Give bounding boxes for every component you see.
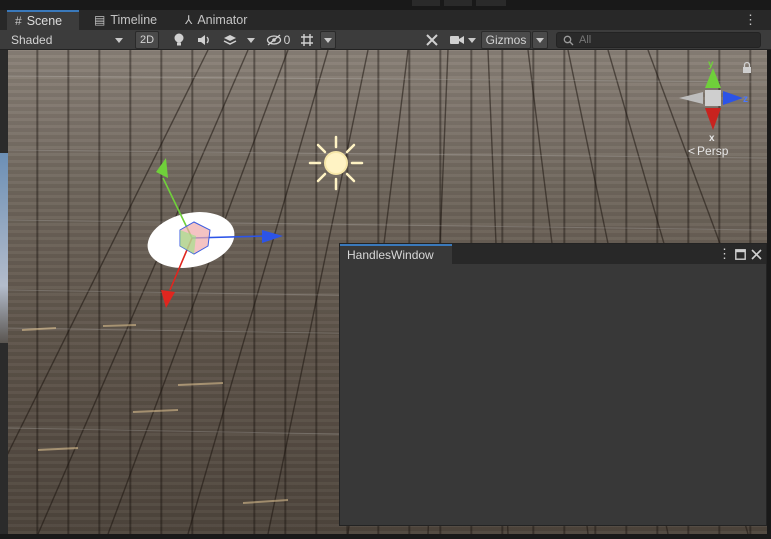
orientation-gizmo[interactable] xyxy=(679,68,743,130)
tab-animator-label: Animator xyxy=(197,13,248,27)
grid-dropdown[interactable] xyxy=(320,31,336,49)
x-axis-arrow-icon xyxy=(161,290,175,308)
hidden-objects-toggle[interactable]: 0 xyxy=(262,31,294,49)
gizmo-z-label: z xyxy=(743,94,748,105)
tools-wrench-icon xyxy=(426,34,438,46)
tab-scene-label: Scene xyxy=(26,14,63,28)
projection-label: Persp xyxy=(697,144,729,158)
editor-tab-bar: # Scene ▤ Timeline ⅄ Animator ⋮ xyxy=(0,10,771,30)
top-strip-block xyxy=(412,0,440,6)
top-strip-block xyxy=(444,0,472,6)
audio-toggle[interactable] xyxy=(193,31,215,49)
effects-dropdown[interactable] xyxy=(243,31,259,49)
persp-icon: < xyxy=(688,144,696,158)
handles-window[interactable]: HandlesWindow ⋮ xyxy=(339,243,767,526)
close-icon[interactable] xyxy=(751,244,762,264)
sky-preview xyxy=(0,153,8,343)
effects-toggle[interactable] xyxy=(218,31,242,49)
tab-handles-window[interactable]: HandlesWindow xyxy=(340,244,452,264)
camera-settings-dropdown[interactable] xyxy=(447,31,479,49)
y-axis-arrow-icon xyxy=(156,158,168,178)
top-strip-block xyxy=(476,0,506,6)
lock-icon[interactable] xyxy=(743,61,751,74)
directional-light-icon[interactable] xyxy=(308,135,364,191)
lightbulb-icon xyxy=(174,33,184,46)
grid-icon xyxy=(301,34,313,46)
left-panel-edge xyxy=(0,50,8,534)
animator-icon: ⅄ xyxy=(185,13,193,27)
search-input[interactable]: All xyxy=(556,32,761,48)
plank-highlights xyxy=(21,324,289,504)
chevron-down-icon xyxy=(324,37,332,43)
camera-icon xyxy=(450,36,464,44)
toggle-2d-button[interactable]: 2D xyxy=(135,31,159,49)
projection-toggle[interactable]: < Persp xyxy=(688,144,728,158)
tab-animator[interactable]: ⅄ Animator xyxy=(177,10,263,30)
kebab-menu-icon[interactable]: ⋮ xyxy=(718,244,731,264)
handles-window-title: HandlesWindow xyxy=(347,248,434,262)
chevron-down-icon xyxy=(468,37,476,43)
window-bottom-strip xyxy=(0,534,771,539)
gizmo-x-label: x xyxy=(709,133,715,144)
chevron-down-icon xyxy=(115,37,123,43)
shading-mode-label: Shaded xyxy=(11,33,53,47)
gizmo-y-label: y xyxy=(708,59,714,70)
search-icon xyxy=(563,35,574,45)
gizmos-button[interactable]: Gizmos xyxy=(481,31,531,49)
shading-mode-dropdown[interactable]: Shaded xyxy=(0,31,130,49)
lighting-toggle[interactable] xyxy=(168,31,190,49)
chevron-down-icon xyxy=(536,37,544,43)
tab-timeline[interactable]: ▤ Timeline xyxy=(86,10,168,30)
handles-window-tab-bar: HandlesWindow ⋮ xyxy=(340,244,766,264)
tab-scene[interactable]: # Scene xyxy=(7,10,79,30)
tab-timeline-label: Timeline xyxy=(110,13,158,27)
layers-effects-icon xyxy=(223,35,237,45)
timeline-icon: ▤ xyxy=(94,13,106,27)
tab-menu-kebab-icon[interactable]: ⋮ xyxy=(744,10,757,30)
gizmos-label: Gizmos xyxy=(485,33,527,47)
chevron-down-icon xyxy=(247,37,255,43)
toggle-2d-label: 2D xyxy=(139,34,155,46)
search-placeholder: All xyxy=(579,34,592,46)
window-top-strip xyxy=(0,0,771,10)
speaker-icon xyxy=(198,35,209,45)
maximize-icon[interactable] xyxy=(735,244,746,264)
tools-toggle[interactable] xyxy=(421,31,443,49)
eye-slash-icon xyxy=(266,34,281,46)
scene-toolbar: Shaded 2D 0 Gizmos All xyxy=(0,30,771,50)
hash-icon: # xyxy=(15,14,22,28)
grid-toggle[interactable] xyxy=(296,31,318,49)
hidden-count: 0 xyxy=(283,33,291,47)
gizmos-dropdown[interactable] xyxy=(532,31,548,49)
